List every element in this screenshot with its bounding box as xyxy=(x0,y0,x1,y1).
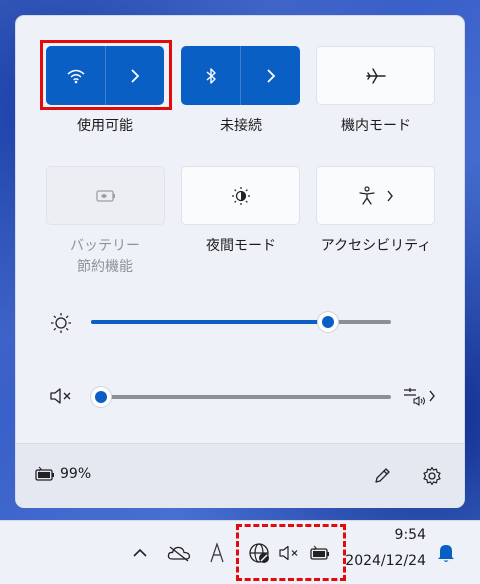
bluetooth-label: 未接続 xyxy=(220,118,262,134)
airplane-mode-tile[interactable] xyxy=(316,46,435,105)
audio-output-button[interactable] xyxy=(402,384,442,408)
chevron-right-icon xyxy=(266,68,275,83)
quick-settings-panel: 使用可能 未接続 機内モード バッテリー 節約機能 夜間モード アクセシビリティ xyxy=(16,16,464,507)
audio-output-icon xyxy=(404,388,425,407)
show-hidden-icons-button[interactable] xyxy=(128,541,152,565)
night-light-label: 夜間モード xyxy=(206,238,276,254)
ime-button[interactable] xyxy=(206,539,228,567)
wifi-label: 使用可能 xyxy=(77,118,133,134)
volume-slider-thumb[interactable] xyxy=(91,387,111,407)
brightness-slider-thumb[interactable] xyxy=(318,312,338,332)
volume-slider-track xyxy=(91,395,391,399)
chevron-up-icon xyxy=(133,548,147,557)
accessibility-icon xyxy=(358,185,375,205)
brightness-icon xyxy=(51,313,71,333)
bluetooth-toggle-tile[interactable] xyxy=(181,46,300,105)
battery-saver-label-line1: バッテリー xyxy=(70,238,140,254)
bluetooth-expand-button[interactable] xyxy=(241,46,300,105)
night-light-icon xyxy=(231,186,250,205)
settings-button[interactable] xyxy=(420,464,444,488)
ime-icon xyxy=(210,542,224,563)
night-light-tile[interactable] xyxy=(181,166,300,225)
battery-saver-tile[interactable] xyxy=(46,166,165,225)
battery-saver-icon xyxy=(95,189,115,202)
bell-icon xyxy=(438,545,454,562)
battery-status-button[interactable]: 99% xyxy=(34,466,91,482)
accessibility-label: アクセシビリティ xyxy=(320,238,432,254)
accessibility-tile[interactable] xyxy=(316,166,435,225)
pencil-icon xyxy=(375,468,390,483)
notifications-button[interactable] xyxy=(434,541,458,565)
chevron-right-icon xyxy=(386,190,393,201)
chevron-right-icon xyxy=(429,390,435,402)
bluetooth-icon xyxy=(206,67,216,84)
battery-icon xyxy=(35,466,54,481)
bluetooth-toggle-button[interactable] xyxy=(181,46,240,105)
battery-saver-label-line2: 節約機能 xyxy=(77,259,133,275)
edit-quick-settings-button[interactable] xyxy=(370,464,394,488)
battery-percent: 99% xyxy=(60,466,92,482)
gear-icon xyxy=(423,466,441,486)
quick-settings-footer: 99% xyxy=(16,443,464,508)
airplane-icon xyxy=(365,67,386,84)
brightness-slider-fill xyxy=(91,320,328,324)
volume-muted-icon xyxy=(50,388,71,404)
airplane-mode-label: 機内モード xyxy=(341,118,411,134)
brightness-slider[interactable] xyxy=(91,310,391,334)
volume-slider[interactable] xyxy=(91,385,391,409)
onedrive-button[interactable] xyxy=(166,541,192,565)
wifi-highlight-box xyxy=(40,40,172,110)
tray-highlight-box xyxy=(236,524,346,581)
onedrive-icon xyxy=(167,546,191,562)
